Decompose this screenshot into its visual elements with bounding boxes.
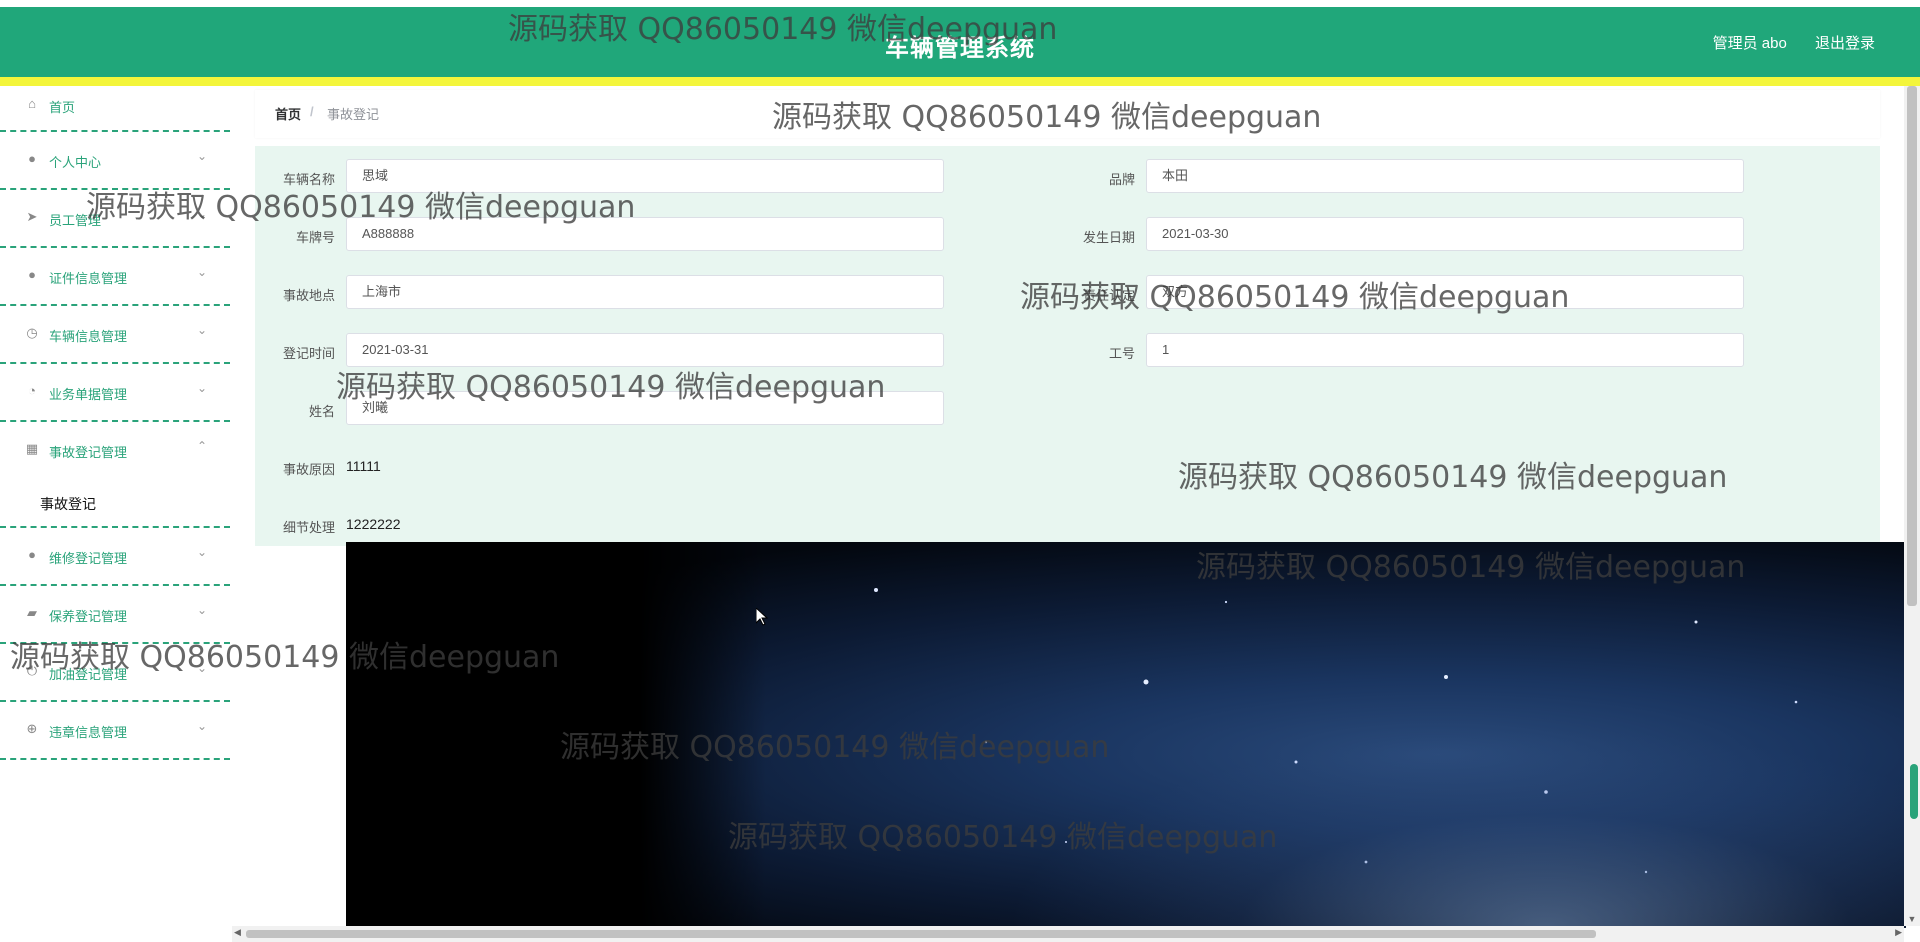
sidebar-item-label: 事故登记管理	[49, 445, 128, 460]
send-icon: ➤	[26, 209, 38, 224]
sidebar-item-documents[interactable]: ◔ 业务单据管理 ⌄	[0, 364, 230, 422]
sidebar-item-label: 员工管理	[49, 213, 102, 228]
scroll-down-icon[interactable]: ▼	[1904, 914, 1920, 924]
vertical-scroll-thumb[interactable]	[1907, 86, 1917, 606]
chevron-down-icon: ⌄	[197, 207, 208, 221]
vehicle-name-field[interactable]: 思域	[346, 159, 944, 193]
liability-field[interactable]: 双方	[1146, 275, 1744, 309]
chevron-down-icon: ⌄	[197, 149, 208, 163]
header-accent-bar	[0, 77, 1920, 86]
wallet-icon: ▰	[27, 605, 37, 620]
chevron-down-icon: ⌄	[197, 265, 208, 279]
date-label: 发生日期	[1082, 230, 1135, 245]
sidebar-item-label: 业务单据管理	[49, 387, 128, 402]
location-field[interactable]: 上海市	[346, 275, 944, 309]
header-user-area: 管理员 abo 退出登录	[1689, 32, 1875, 53]
cause-label: 事故原因	[282, 462, 335, 477]
chevron-down-icon: ⌄	[197, 603, 208, 617]
app-title: 车辆管理系统	[885, 35, 1035, 62]
sidebar-item-violations[interactable]: ⊕ 违章信息管理 ⌄	[0, 702, 230, 760]
sidebar-item-certificates[interactable]: ● 证件信息管理 ⌄	[0, 248, 230, 306]
sidebar-item-label: 保养登记管理	[49, 609, 128, 624]
sidebar: ⌂ 首页 ● 个人中心 ⌄ ➤ 员工管理 ⌄ ● 证件信息管理 ⌄ ◷ 车辆信息…	[0, 86, 230, 926]
horizontal-scrollbar[interactable]: ◀ ▶	[232, 926, 1904, 942]
sidebar-item-maintenance[interactable]: ▰ 保养登记管理 ⌄	[0, 586, 230, 644]
breadcrumb: 首页 / 事故登记	[255, 90, 1880, 138]
grid-icon: ▦	[25, 441, 39, 456]
clock-icon: ◷	[26, 325, 38, 340]
accident-photo	[346, 542, 1906, 928]
job-no-label: 工号	[1108, 346, 1135, 361]
logout-button[interactable]: 退出登录	[1815, 35, 1875, 52]
sidebar-item-label: 首页	[49, 100, 76, 115]
sidebar-item-label: 证件信息管理	[49, 271, 128, 286]
brand-label: 品牌	[1108, 172, 1135, 187]
sidebar-item-staff[interactable]: ➤ 员工管理 ⌄	[0, 190, 230, 248]
sidebar-item-profile[interactable]: ● 个人中心 ⌄	[0, 132, 230, 190]
breadcrumb-home[interactable]: 首页	[275, 104, 301, 123]
user-label: 管理员 abo	[1712, 35, 1787, 52]
handling-value: 1222222	[346, 516, 401, 532]
horizontal-scroll-thumb[interactable]	[246, 930, 1596, 938]
mouse-cursor-icon	[756, 608, 768, 626]
side-scroll-indicator[interactable]	[1910, 764, 1918, 819]
liability-label: 责任认定	[1082, 288, 1135, 303]
name-label: 姓名	[308, 404, 335, 419]
reg-time-field[interactable]: 2021-03-31	[346, 333, 944, 367]
user-icon: ●	[28, 151, 36, 166]
sidebar-item-fuel[interactable]: ⏻ 加油登记管理 ⌄	[0, 644, 230, 702]
vehicle-name-label: 车辆名称	[282, 172, 335, 187]
submenu-item-accident-register[interactable]: 事故登记	[40, 494, 96, 514]
power-icon: ⏻	[26, 663, 38, 678]
user-icon: ●	[28, 267, 36, 282]
date-field[interactable]: 2021-03-30	[1146, 217, 1744, 251]
name-field[interactable]: 刘曦	[346, 391, 944, 425]
bulb-icon: ●	[28, 547, 36, 562]
sidebar-item-label: 个人中心	[49, 155, 102, 170]
sidebar-item-label: 加油登记管理	[49, 667, 128, 682]
plate-field[interactable]: A888888	[346, 217, 944, 251]
chevron-down-icon: ⌄	[197, 545, 208, 559]
chevron-down-icon: ⌄	[197, 323, 208, 337]
photo-shadow	[346, 542, 766, 928]
plate-label: 车牌号	[295, 230, 335, 245]
chevron-up-icon: ⌃	[197, 439, 208, 453]
accident-detail-form: 车辆名称 思域 品牌 本田 车牌号 A888888 发生日期 2021-03-3…	[255, 146, 1880, 546]
sidebar-item-repairs[interactable]: ● 维修登记管理 ⌄	[0, 528, 230, 586]
gauge-icon: ◔	[28, 383, 36, 398]
reg-time-label: 登记时间	[282, 346, 335, 361]
breadcrumb-current: 事故登记	[327, 107, 380, 122]
brand-field[interactable]: 本田	[1146, 159, 1744, 193]
location-label: 事故地点	[282, 288, 335, 303]
sidebar-item-home[interactable]: ⌂ 首页	[0, 86, 230, 132]
sidebar-item-label: 车辆信息管理	[49, 329, 128, 344]
chevron-down-icon: ⌄	[197, 719, 208, 733]
cause-value: 11111	[346, 458, 381, 474]
compass-icon: ⊕	[26, 721, 38, 736]
sidebar-item-label: 违章信息管理	[49, 725, 128, 740]
scroll-left-icon[interactable]: ◀	[234, 927, 241, 938]
breadcrumb-separator: /	[310, 104, 314, 119]
job-no-field[interactable]: 1	[1146, 333, 1744, 367]
sidebar-item-accidents[interactable]: ▦ 事故登记管理 ⌃	[0, 422, 230, 528]
home-icon: ⌂	[28, 96, 36, 111]
photo-nebula	[1006, 728, 1906, 928]
sidebar-item-label: 维修登记管理	[49, 551, 128, 566]
scroll-right-icon[interactable]: ▶	[1895, 927, 1902, 938]
handling-label: 细节处理	[282, 520, 335, 535]
chevron-down-icon: ⌄	[197, 661, 208, 675]
chevron-down-icon: ⌄	[197, 381, 208, 395]
sidebar-item-vehicles[interactable]: ◷ 车辆信息管理 ⌄	[0, 306, 230, 364]
